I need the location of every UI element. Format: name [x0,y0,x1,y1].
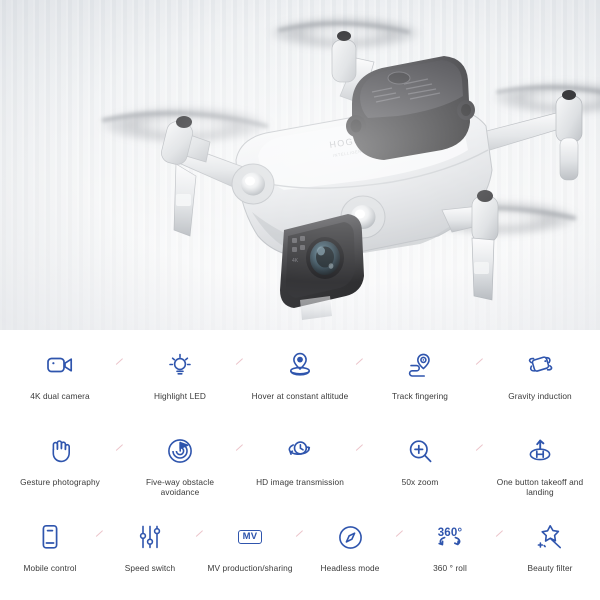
track-path-pin-icon [400,348,440,382]
feature-item-headless-mode[interactable]: Headless mode [300,512,400,573]
feature-label: Five-way obstacle avoidance [145,477,215,498]
feature-label: 50x zoom [401,477,439,487]
mv-badge-icon: MV [230,520,270,554]
feature-label: Hover at constant altitude [251,391,349,401]
feature-item-five-way-obstacle-avoidance[interactable]: Five-way obstacle avoidance [120,426,240,498]
gimbal-camera: 4K [280,214,364,308]
feature-item-mobile-control[interactable]: Mobile control [0,512,100,573]
feature-item-gesture-photography[interactable]: Gesture photography [0,426,120,487]
compass-icon [330,520,370,554]
rotate-360-icon: 360° [430,520,470,554]
svg-text:4K: 4K [292,258,299,264]
svg-text:360°: 360° [438,527,463,539]
feature-grid: 4K dual camera Highlight LED Hover at co… [0,330,600,600]
feature-label: Highlight LED [153,391,207,401]
video-camera-icon [40,348,80,382]
waving-hand-icon [40,434,80,468]
image-transmission-icon [280,434,320,468]
feature-row-1: 4K dual camera Highlight LED Hover at co… [0,340,600,426]
sliders-icon [130,520,170,554]
feature-item-mv-production-sharing[interactable]: MV MV production/sharing [200,512,300,573]
product-feature-page: HOGOL J1 INTELLIGENT DRONE [0,0,600,600]
hero-product-image: HOGOL J1 INTELLIGENT DRONE [0,0,600,330]
feature-item-beauty-filter[interactable]: Beauty filter [500,512,600,573]
feature-label: 360 ° roll [433,563,467,573]
feature-item-highlight-led[interactable]: Highlight LED [120,340,240,401]
feature-item-one-button-takeoff-landing[interactable]: One button takeoff and landing [480,426,600,498]
feature-label: Speed switch [124,563,176,573]
takeoff-landing-pad-icon [520,434,560,468]
feature-item-gravity-induction[interactable]: Gravity induction [480,340,600,401]
mobile-phone-icon [30,520,70,554]
feature-item-50x-zoom[interactable]: 50x zoom [360,426,480,487]
feature-item-hover-constant-altitude[interactable]: Hover at constant altitude [240,340,360,401]
magnifier-plus-icon [400,434,440,468]
feature-label: Gesture photography [20,477,100,487]
feature-item-4k-dual-camera[interactable]: 4K dual camera [0,340,120,401]
feature-label: Mobile control [23,563,77,573]
gravity-tilt-phone-icon [520,348,560,382]
feature-label: Beauty filter [527,563,573,573]
hover-altitude-icon [280,348,320,382]
feature-label: Gravity induction [508,391,572,401]
lightbulb-icon [160,348,200,382]
feature-label: 4K dual camera [30,391,90,401]
feature-label: MV production/sharing [207,563,293,573]
feature-row-3: Mobile control Speed switch MV MV produc… [0,512,600,598]
magic-wand-star-icon [530,520,570,554]
feature-item-track-fingering[interactable]: Track fingering [360,340,480,401]
feature-label: Headless mode [320,563,380,573]
feature-label: One button takeoff and landing [496,477,584,498]
feature-item-360-roll[interactable]: 360° 360 ° roll [400,512,500,573]
feature-label: Track fingering [391,391,449,401]
radar-flag-icon [160,434,200,468]
feature-item-hd-image-transmission[interactable]: HD image transmission [240,426,360,487]
feature-row-2: Gesture photography Five-way obstacle av… [0,426,600,512]
drone-illustration: HOGOL J1 INTELLIGENT DRONE [99,16,600,320]
feature-label: HD image transmission [256,477,344,487]
mv-badge-text: MV [238,529,262,545]
landing-gear-front [300,296,332,320]
feature-item-speed-switch[interactable]: Speed switch [100,512,200,573]
